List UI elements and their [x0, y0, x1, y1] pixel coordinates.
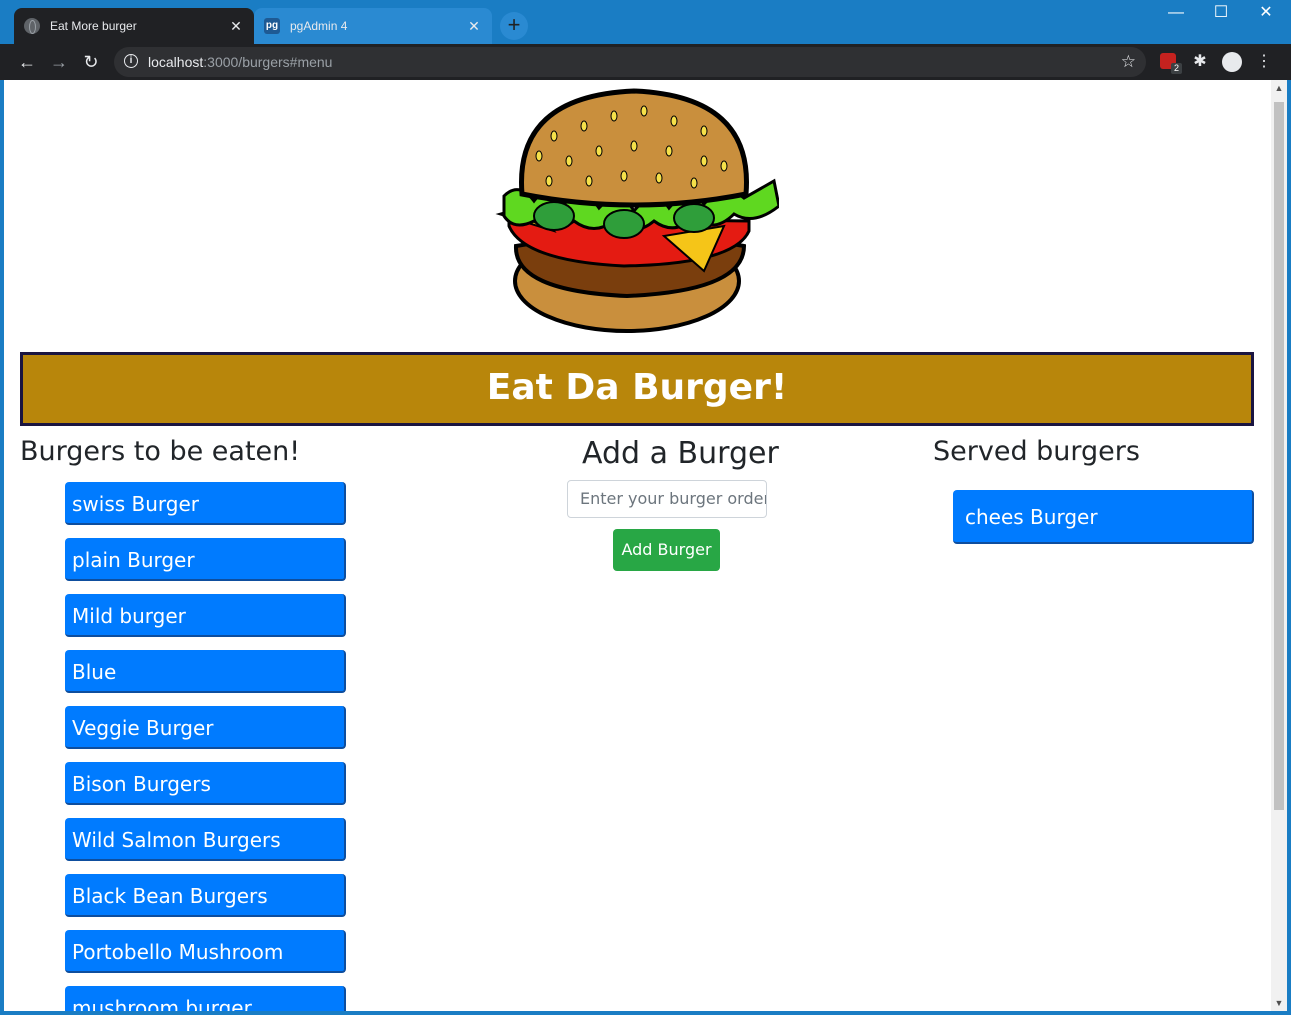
scroll-down-icon[interactable]: ▼ — [1271, 995, 1287, 1011]
to-be-eaten-heading: Burgers to be eaten! — [20, 436, 301, 467]
reload-icon[interactable]: ↻ — [79, 50, 103, 74]
extension-icon[interactable]: 2 — [1160, 53, 1182, 74]
page-banner: Eat Da Burger! — [20, 352, 1254, 426]
tab-title: pgAdmin 4 — [290, 19, 348, 33]
close-tab-icon[interactable]: ✕ — [228, 18, 244, 35]
add-burger-heading: Add a Burger — [582, 436, 779, 471]
scrollbar[interactable]: ▲ ▼ — [1271, 80, 1287, 1011]
star-icon[interactable]: ☆ — [1121, 47, 1136, 77]
burger-button[interactable]: Veggie Burger — [65, 706, 346, 749]
info-icon[interactable]: i — [124, 54, 138, 68]
minimize-button[interactable]: — — [1153, 2, 1199, 26]
burger-button[interactable]: plain Burger — [65, 538, 346, 581]
extension-badge: 2 — [1171, 63, 1182, 74]
hamburger-illustration — [495, 88, 779, 333]
close-tab-icon[interactable]: ✕ — [466, 18, 482, 35]
burger-button[interactable]: swiss Burger — [65, 482, 346, 525]
tab-pgadmin[interactable]: pg pgAdmin 4 ✕ — [254, 8, 492, 44]
served-burger-item: chees Burger — [953, 490, 1254, 544]
menu-icon[interactable]: ⋮ — [1254, 52, 1274, 72]
scroll-thumb[interactable] — [1274, 102, 1284, 810]
burger-button[interactable]: Mild burger — [65, 594, 346, 637]
close-window-button[interactable]: ✕ — [1243, 2, 1289, 26]
profile-icon[interactable] — [1222, 52, 1242, 72]
burger-button[interactable]: Black Bean Burgers — [65, 874, 346, 917]
url-path: :3000/burgers#menu — [203, 54, 333, 70]
page-viewport: Eat Da Burger! Burgers to be eaten! swis… — [4, 80, 1287, 1011]
pgadmin-icon: pg — [264, 18, 280, 34]
new-tab-button[interactable]: + — [500, 12, 528, 40]
address-bar[interactable]: i localhost:3000/burgers#menu ☆ — [114, 47, 1146, 77]
served-heading: Served burgers — [933, 436, 1140, 467]
maximize-button[interactable]: ☐ — [1198, 2, 1244, 26]
browser-toolbar: ← → ↻ i localhost:3000/burgers#menu ☆ 2 … — [0, 44, 1291, 80]
burger-order-input[interactable]: Enter your burger order here — [567, 480, 767, 518]
browser-titlebar: Eat More burger ✕ pg pgAdmin 4 ✕ + — ☐ ✕ — [0, 0, 1291, 44]
burger-button[interactable]: Wild Salmon Burgers — [65, 818, 346, 861]
scroll-up-icon[interactable]: ▲ — [1271, 80, 1287, 96]
burger-button[interactable]: Blue — [65, 650, 346, 693]
add-burger-button[interactable]: Add Burger — [613, 529, 720, 571]
puzzle-icon[interactable]: ✱ — [1190, 52, 1210, 72]
burger-button[interactable]: Portobello Mushroom Burgers — [65, 930, 346, 1007]
globe-icon — [24, 18, 40, 34]
burger-button[interactable]: Bison Burgers — [65, 762, 346, 805]
page-title: Eat Da Burger! — [486, 367, 788, 408]
tab-title: Eat More burger — [50, 19, 137, 33]
back-icon[interactable]: ← — [15, 50, 39, 74]
tab-eat-more-burger[interactable]: Eat More burger ✕ — [14, 8, 254, 44]
forward-icon[interactable]: → — [47, 50, 71, 74]
url-host: localhost — [148, 54, 204, 70]
burger-button[interactable]: mushroom burger — [65, 986, 346, 1011]
